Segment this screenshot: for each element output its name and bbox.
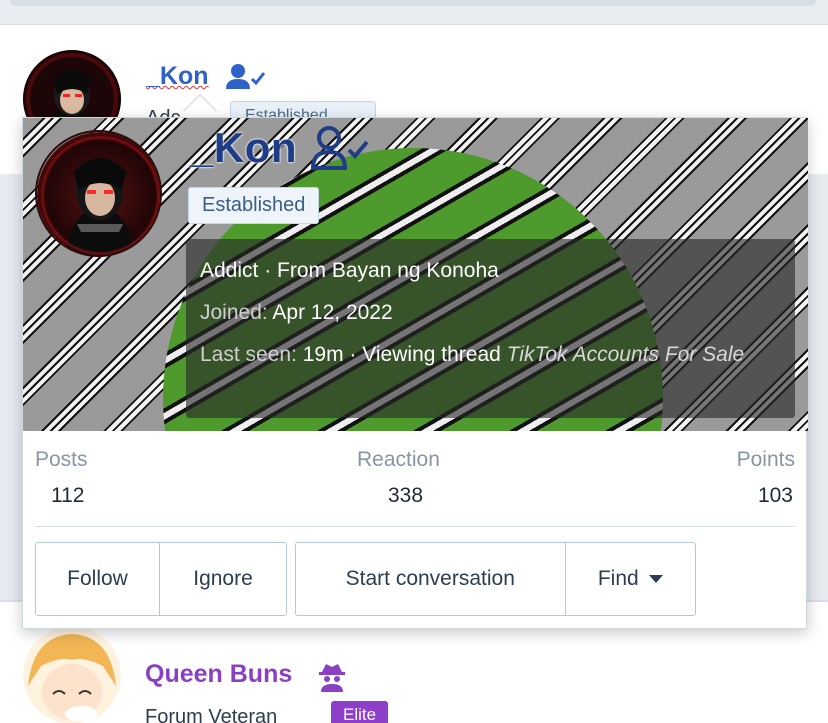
member-username[interactable]: _Kon xyxy=(190,124,297,172)
ignore-button[interactable]: Ignore xyxy=(160,543,286,615)
joined-line: Joined: Apr 12, 2022 xyxy=(200,295,781,331)
stat-posts-label: Posts xyxy=(35,448,88,471)
post-user-title: Forum Veteran xyxy=(145,706,278,723)
member-info-box: Addict · From Bayan ng Konoha Joined: Ap… xyxy=(186,239,795,418)
find-button[interactable]: Find xyxy=(565,543,695,615)
top-bar-edge xyxy=(10,0,816,6)
member-tooltip: _Kon Established Addict · From Bayan ng … xyxy=(22,117,808,629)
start-conversation-button[interactable]: Start conversation xyxy=(296,543,566,615)
stat-points-value[interactable]: 103 xyxy=(758,484,793,508)
last-seen-line: Last seen: 19m · Viewing thread TikTok A… xyxy=(200,337,781,373)
user-check-icon xyxy=(226,64,266,89)
user-check-icon xyxy=(311,126,369,170)
stats-divider xyxy=(35,526,795,527)
joined-label: Joined: xyxy=(200,301,268,324)
post-username[interactable]: _Kon xyxy=(146,62,209,91)
member-stats: Posts 112 Reaction 338 Points 103 xyxy=(35,448,795,528)
stat-points-label: Points xyxy=(736,448,795,471)
established-badge: Established xyxy=(188,187,320,224)
last-seen-thread-link[interactable]: TikTok Accounts For Sale xyxy=(507,343,745,366)
top-bar xyxy=(0,0,828,24)
last-seen-label: Last seen: xyxy=(200,343,297,366)
stat-reaction-value[interactable]: 338 xyxy=(388,484,423,508)
spy-icon xyxy=(319,664,345,692)
profile-banner: _Kon Established Addict · From Bayan ng … xyxy=(23,118,808,431)
member-avatar[interactable] xyxy=(35,130,162,257)
find-label: Find xyxy=(597,567,639,590)
stat-posts-value[interactable]: 112 xyxy=(51,484,84,508)
post-username[interactable]: Queen Buns xyxy=(145,660,292,689)
avatar[interactable] xyxy=(23,626,121,723)
stat-reaction-label: Reaction xyxy=(357,448,440,471)
joined-value: Apr 12, 2022 xyxy=(272,301,393,324)
member-title-line: Addict · From Bayan ng Konoha xyxy=(200,259,499,282)
elite-badge: Elite xyxy=(331,701,389,723)
follow-button[interactable]: Follow xyxy=(36,543,161,615)
caret-down-icon xyxy=(648,575,663,583)
last-seen-value: 19m · Viewing thread xyxy=(302,343,501,366)
conversation-find-group: Start conversation Find xyxy=(295,542,696,616)
follow-ignore-group: Follow Ignore xyxy=(35,542,287,616)
